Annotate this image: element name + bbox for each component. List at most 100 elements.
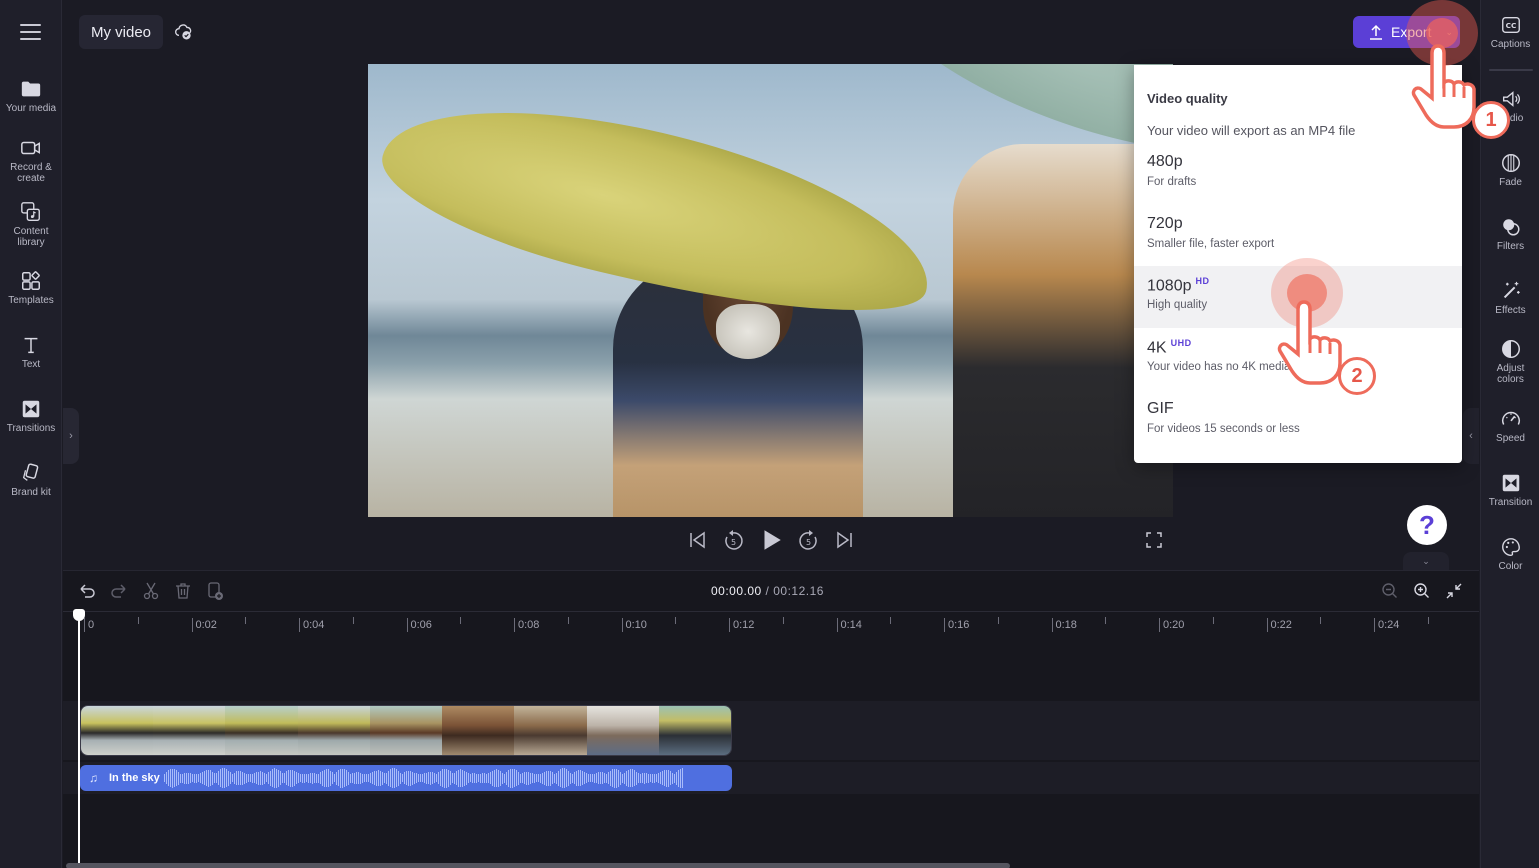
export-button[interactable]: Export ⌄ xyxy=(1353,16,1460,48)
collapse-right-panel-button[interactable]: ‹ xyxy=(1463,408,1479,464)
waveform-bar xyxy=(191,774,193,782)
zoom-in-icon[interactable] xyxy=(1412,581,1432,601)
sidebar-item-transition[interactable]: Transition xyxy=(1481,472,1539,508)
quality-option-480p[interactable]: 480p For drafts xyxy=(1134,143,1462,205)
waveform-bar xyxy=(179,773,181,783)
music-note-icon: ♫ xyxy=(89,771,98,785)
chevron-down-icon: ⌄ xyxy=(1445,26,1454,37)
quality-option-4k[interactable]: 4K UHD Your video has no 4K media xyxy=(1134,328,1462,390)
sidebar-item-adjust-colors[interactable]: Adjust colors xyxy=(1481,338,1539,385)
timeline-ruler[interactable]: 0 0:02 0:04 0:06 0:08 0:10 0:12 0:14 0:16 0:18 0:2… xyxy=(63,611,1479,637)
skip-to-end-icon[interactable] xyxy=(833,528,857,552)
waveform-bar xyxy=(263,772,265,784)
sidebar-item-text[interactable]: Text xyxy=(0,334,62,370)
waveform-bar xyxy=(373,771,375,785)
waveform-bar xyxy=(231,774,233,782)
sidebar-item-filters[interactable]: Filters xyxy=(1481,216,1539,252)
waveform-bar xyxy=(667,769,669,787)
waveform-bar xyxy=(507,769,509,787)
waveform-bar xyxy=(165,772,167,784)
delete-icon[interactable] xyxy=(173,581,193,601)
waveform-bar xyxy=(409,770,411,786)
sidebar-item-captions[interactable]: CC Captions xyxy=(1481,14,1539,50)
dropdown-subtitle: Your video will export as an MP4 file xyxy=(1147,123,1356,138)
waveform-bar xyxy=(423,773,425,783)
sidebar-item-your-media[interactable]: Your media xyxy=(0,78,62,114)
waveform-bar xyxy=(569,772,571,784)
waveform-bar xyxy=(637,773,639,783)
waveform-bar xyxy=(225,769,227,787)
help-button[interactable]: ? xyxy=(1407,505,1447,545)
waveform-bar xyxy=(233,772,235,784)
sidebar-item-record-create[interactable]: Record & create xyxy=(0,137,62,184)
fade-icon xyxy=(1501,154,1520,172)
waveform-bar xyxy=(287,770,289,786)
waveform-bar xyxy=(209,770,211,786)
waveform-bar xyxy=(267,772,269,784)
waveform-bar xyxy=(451,773,453,783)
expand-left-panel-button[interactable]: › xyxy=(63,408,79,464)
forward-5-icon[interactable]: 5 xyxy=(797,528,821,552)
video-clip[interactable] xyxy=(80,705,732,756)
clip-thumbnail-frame xyxy=(189,706,226,755)
fit-to-screen-icon[interactable] xyxy=(1444,581,1464,601)
waveform-bar xyxy=(463,770,465,786)
sidebar-item-speed[interactable]: Speed xyxy=(1481,408,1539,444)
waveform-bar xyxy=(227,770,229,786)
waveform-bar xyxy=(657,773,659,783)
project-title[interactable]: My video xyxy=(79,15,163,49)
rewind-5-icon[interactable]: 5 xyxy=(721,528,745,552)
divider xyxy=(1489,69,1533,71)
video-preview[interactable] xyxy=(368,64,1173,517)
waveform-bar xyxy=(411,771,413,785)
redo-icon[interactable] xyxy=(109,581,129,601)
quality-option-1080p[interactable]: 1080p HD High quality xyxy=(1134,266,1462,328)
captions-icon: CC xyxy=(1501,16,1520,34)
sidebar-item-brand-kit[interactable]: Brand kit xyxy=(0,462,62,498)
option-name: 480p xyxy=(1147,153,1183,170)
quality-option-gif[interactable]: GIF For videos 15 seconds or less xyxy=(1134,390,1462,452)
waveform-bar xyxy=(303,773,305,783)
clip-thumbnail-frame xyxy=(225,706,262,755)
sidebar-item-templates[interactable]: Templates xyxy=(0,270,62,306)
sidebar-item-audio[interactable]: Audio xyxy=(1481,88,1539,124)
waveform-bar xyxy=(189,773,191,783)
hamburger-menu-icon[interactable] xyxy=(20,24,41,40)
collapse-timeline-button[interactable]: ⌄ xyxy=(1403,552,1449,570)
clip-thumbnail-frame xyxy=(117,706,154,755)
ruler-tick-label: 0:02 xyxy=(191,618,217,632)
fullscreen-icon[interactable] xyxy=(1144,530,1164,550)
waveform-bar xyxy=(601,772,603,784)
play-icon[interactable] xyxy=(758,527,784,553)
waveform-bar xyxy=(465,771,467,785)
sidebar-item-effects[interactable]: Effects xyxy=(1481,280,1539,316)
waveform-bar xyxy=(599,772,601,784)
waveform-bar xyxy=(173,769,175,787)
skip-to-start-icon[interactable] xyxy=(685,528,709,552)
sidebar-item-label: Transition xyxy=(1488,497,1533,508)
undo-icon[interactable] xyxy=(77,581,97,601)
waveform-bar xyxy=(253,773,255,783)
filters-icon xyxy=(1502,219,1520,236)
sidebar-item-color[interactable]: Color xyxy=(1481,536,1539,572)
waveform-bar xyxy=(389,769,391,787)
split-scissors-icon[interactable] xyxy=(141,581,161,601)
sidebar-item-transitions[interactable]: Transitions xyxy=(0,398,62,434)
waveform-bar xyxy=(505,771,507,785)
waveform-bar xyxy=(269,770,271,786)
sidebar-item-label: Text xyxy=(21,359,41,370)
zoom-out-icon[interactable] xyxy=(1380,581,1400,601)
waveform-bar xyxy=(603,773,605,783)
audio-clip[interactable]: ♫ In the sky xyxy=(80,765,732,791)
ruler-tick-label: 0:06 xyxy=(406,618,432,632)
duplicate-icon[interactable] xyxy=(205,581,225,601)
playhead-handle[interactable] xyxy=(73,609,85,621)
waveform-bar xyxy=(443,768,445,788)
waveform-bar xyxy=(363,774,365,782)
quality-option-720p[interactable]: 720p Smaller file, faster export xyxy=(1134,205,1462,267)
clip-thumbnail-frame xyxy=(333,706,370,755)
sidebar-item-content-library[interactable]: Content library xyxy=(0,201,62,248)
timeline-horizontal-scrollbar[interactable] xyxy=(66,863,1010,868)
uhd-badge: UHD xyxy=(1170,338,1192,348)
sidebar-item-fade[interactable]: Fade xyxy=(1481,152,1539,188)
